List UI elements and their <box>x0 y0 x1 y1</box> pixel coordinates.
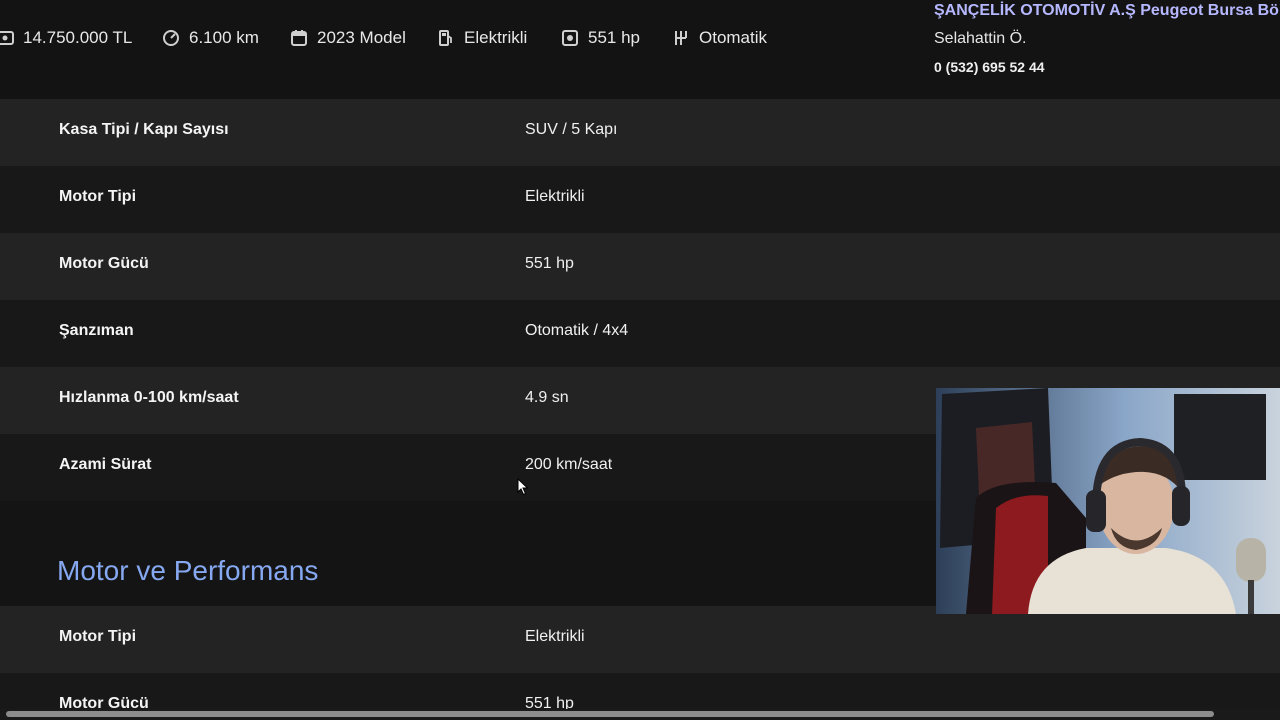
webcam-overlay <box>936 388 1280 614</box>
transmission-chip: Otomatik <box>672 26 767 50</box>
spec-row-body-type: Kasa Tipi / Kapı Sayısı SUV / 5 Kapı <box>0 99 1280 166</box>
transmission-text: Otomatik <box>699 28 768 47</box>
gearbox-icon <box>672 29 690 47</box>
mileage-chip: 6.100 km <box>162 26 259 50</box>
spec-label: Şanzıman <box>59 322 134 339</box>
dealer-phone-number[interactable]: 0 (532) 695 52 44 <box>934 59 1045 75</box>
spec-label: Kasa Tipi / Kapı Sayısı <box>59 121 229 138</box>
spec-value: SUV / 5 Kapı <box>525 121 618 138</box>
spec-value: Otomatik / 4x4 <box>525 322 629 339</box>
spec-row-engine-type: Motor Tipi Elektrikli <box>0 606 1280 673</box>
spec-value: 200 km/saat <box>525 456 613 473</box>
listing-summary-bar: 14.750.000 TL 6.100 km 2023 Model Elektr… <box>0 0 1280 99</box>
scrollbar-thumb[interactable] <box>6 711 1214 717</box>
spec-label: Motor Gücü <box>59 255 149 272</box>
mileage-text: 6.100 km <box>189 28 259 47</box>
speedometer-icon <box>162 29 180 47</box>
cash-icon <box>0 29 14 47</box>
fuel-text: Elektrikli <box>464 28 528 47</box>
spec-value: 4.9 sn <box>525 389 569 406</box>
price-text: 14.750.000 TL <box>23 28 133 47</box>
fuel-pump-icon <box>437 29 455 47</box>
section-title: Motor ve Performans <box>57 555 319 586</box>
listing-page: 14.750.000 TL 6.100 km 2023 Model Elektr… <box>0 0 1280 720</box>
spec-value: Elektrikli <box>525 628 585 645</box>
spec-label: Motor Tipi <box>59 628 137 645</box>
engine-icon <box>561 29 579 47</box>
spec-label: Hızlanma 0-100 km/saat <box>59 389 239 406</box>
mouse-cursor-icon <box>517 477 529 496</box>
spec-row-transmission: Şanzıman Otomatik / 4x4 <box>0 300 1280 367</box>
dealer-contact-name: Selahattin Ö. <box>934 30 1027 47</box>
calendar-icon <box>290 29 308 47</box>
price-chip: 14.750.000 TL <box>0 26 132 50</box>
fuel-chip: Elektrikli <box>437 26 527 50</box>
model-year-text: 2023 Model <box>317 28 406 47</box>
spec-value: Elektrikli <box>525 188 585 205</box>
power-text: 551 hp <box>588 28 640 47</box>
model-year-chip: 2023 Model <box>290 26 406 50</box>
power-chip: 551 hp <box>561 26 640 50</box>
spec-label: Azami Sürat <box>59 456 152 473</box>
spec-row-engine-power: Motor Gücü 551 hp <box>0 233 1280 300</box>
dealer-name-link[interactable]: ŞANÇELİK OTOMOTİV A.Ş Peugeot Bursa Bölg… <box>934 2 1280 20</box>
webcam-illustration <box>936 388 1280 614</box>
horizontal-scrollbar[interactable] <box>0 709 1280 720</box>
spec-row-engine-type: Motor Tipi Elektrikli <box>0 166 1280 233</box>
spec-label: Motor Tipi <box>59 188 137 205</box>
spec-value: 551 hp <box>525 255 574 272</box>
